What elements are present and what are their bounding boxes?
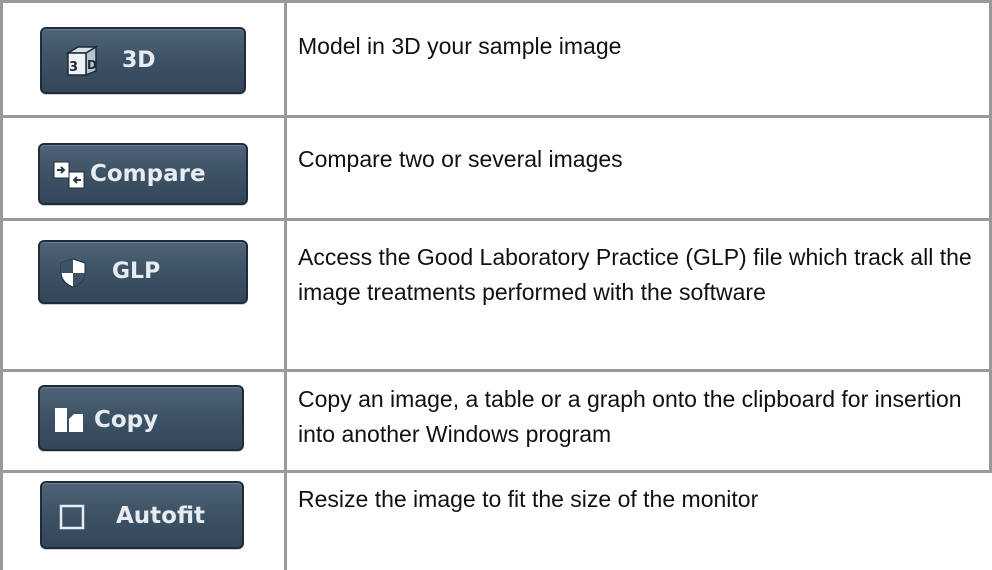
button-label: Compare	[90, 161, 206, 187]
row-description: Access the Good Laboratory Practice (GLP…	[298, 244, 972, 305]
table-row: Autofit Resize the image to fit the size…	[0, 470, 992, 570]
button-label: 3D	[122, 48, 156, 73]
autofit-button[interactable]: Autofit	[40, 481, 244, 549]
row-description: Resize the image to fit the size of the …	[298, 486, 759, 512]
table-row: Copy Copy an image, a table or a graph o…	[0, 369, 992, 470]
row-description: Compare two or several images	[298, 146, 623, 172]
row-description: Model in 3D your sample image	[298, 33, 622, 59]
compare-button[interactable]: Compare	[38, 143, 248, 205]
row-description: Copy an image, a table or a graph onto t…	[298, 386, 962, 447]
button-label: GLP	[112, 259, 161, 284]
button-label: Autofit	[116, 503, 206, 529]
compare-icon	[52, 160, 86, 190]
svg-text:3: 3	[69, 60, 78, 75]
glp-button[interactable]: GLP	[38, 240, 248, 304]
svg-text:D: D	[87, 58, 97, 72]
cube-3d-icon: 3 D	[64, 45, 100, 77]
shield-icon	[58, 257, 88, 289]
copy-icon	[52, 405, 86, 435]
table-row: Compare Compare two or several images	[0, 115, 992, 218]
3d-button[interactable]: 3 D 3D	[40, 27, 246, 94]
feature-table: 3 D 3D Model in 3D your sample image Com…	[0, 0, 992, 570]
button-label: Copy	[94, 407, 159, 433]
autofit-square-icon	[58, 503, 86, 531]
table-row: GLP Access the Good Laboratory Practice …	[0, 218, 992, 369]
copy-button[interactable]: Copy	[38, 385, 244, 451]
table-row: 3 D 3D Model in 3D your sample image	[0, 0, 992, 115]
